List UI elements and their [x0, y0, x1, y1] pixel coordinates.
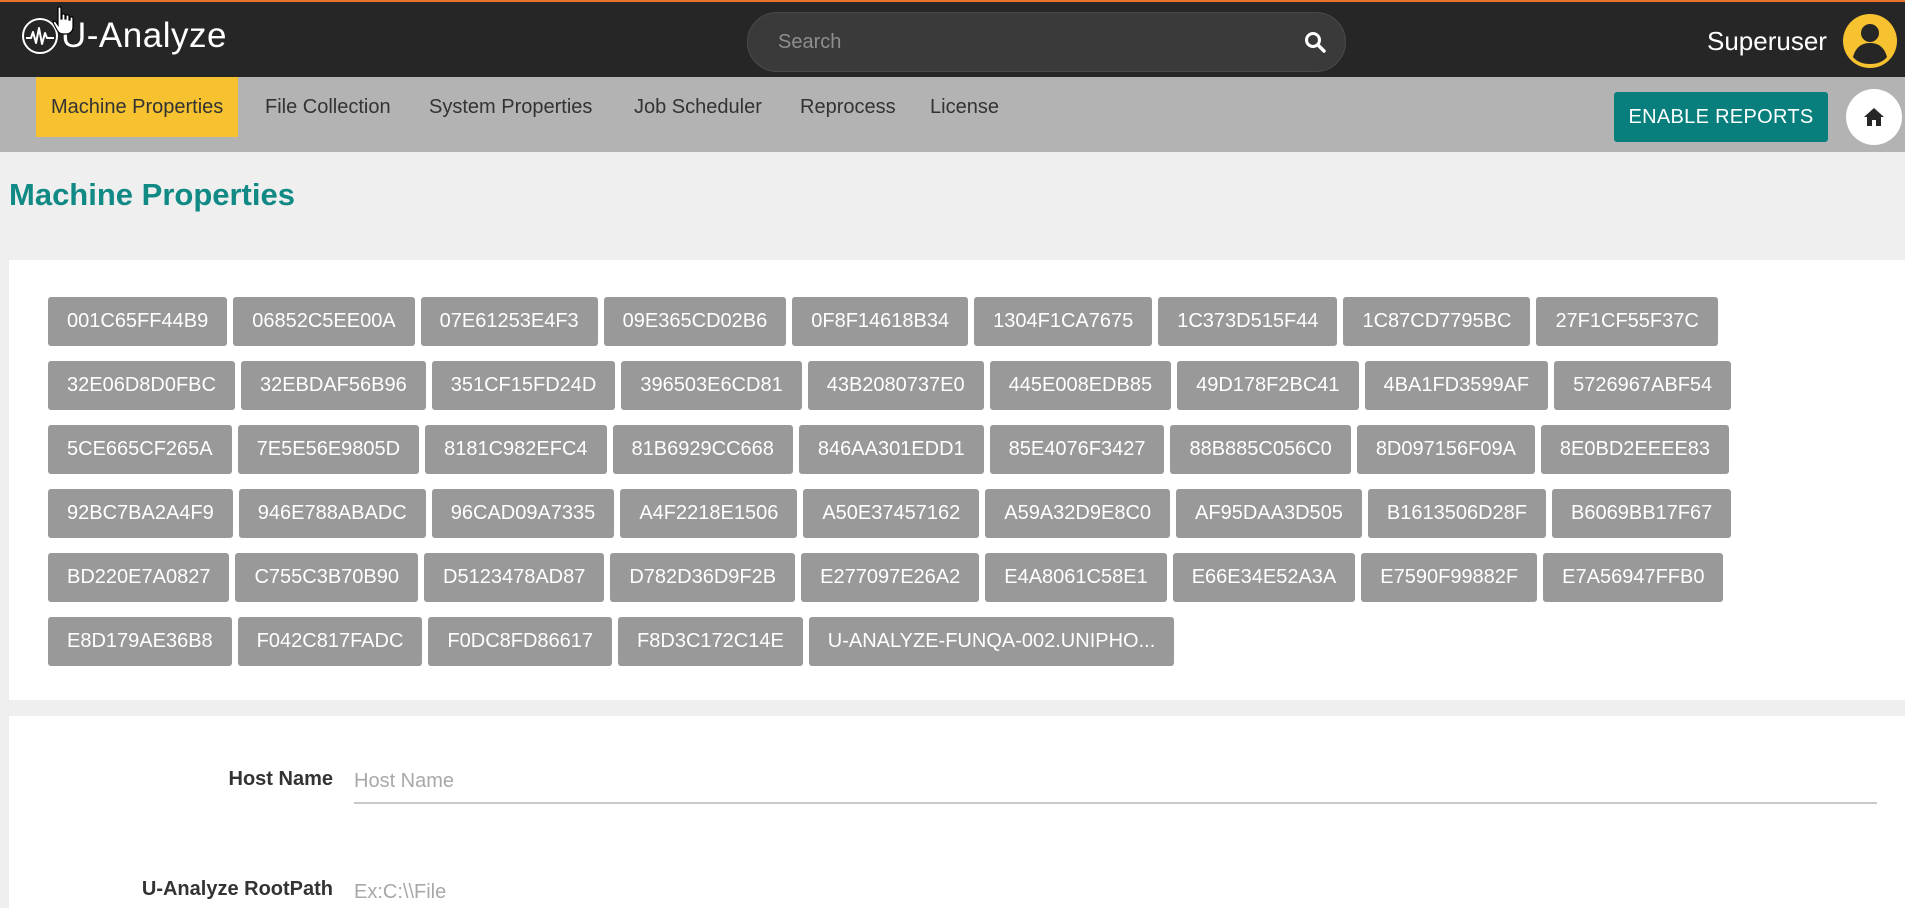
machine-chip[interactable]: F042C817FADC: [237, 617, 423, 666]
machine-chip[interactable]: 001C65FF44B9: [48, 297, 228, 346]
machine-chip-row: BD220E7A0827 C755C3B70B90 D5123478AD87 D782…: [48, 553, 1888, 602]
tab-system-properties[interactable]: System Properties: [414, 77, 607, 137]
machine-chip[interactable]: 0F8F14618B34: [792, 297, 969, 346]
machine-chip[interactable]: BD220E7A0827: [48, 553, 230, 602]
machine-chip[interactable]: 09E365CD02B6: [603, 297, 787, 346]
machine-chip-row: E8D179AE36B8 F042C817FADC F0DC8FD86617 F8D3…: [48, 617, 1888, 666]
machine-chip[interactable]: 1304F1CA7675: [974, 297, 1153, 346]
machine-chip[interactable]: E7590F99882F: [1361, 553, 1538, 602]
machine-chip[interactable]: A59A32D9E8C0: [985, 489, 1171, 538]
machine-chip[interactable]: C755C3B70B90: [235, 553, 419, 602]
home-icon: [1864, 108, 1884, 126]
machine-chip[interactable]: E66E34E52A3A: [1172, 553, 1356, 602]
host-name-input[interactable]: [354, 760, 1877, 804]
machine-chip[interactable]: 43B2080737E0: [807, 361, 984, 410]
hand-cursor-icon: [52, 6, 74, 35]
machine-chip[interactable]: 92BC7BA2A4F9: [48, 489, 233, 538]
machine-chip[interactable]: 946E788ABADC: [238, 489, 426, 538]
machine-chip-row: 5CE665CF265A 7E5E56E9805D 8181C982EFC4 81B6…: [48, 425, 1888, 474]
machine-chip[interactable]: 8181C982EFC4: [425, 425, 607, 474]
machine-chip[interactable]: 85E4076F3427: [989, 425, 1165, 474]
machine-chip[interactable]: E277097E26A2: [801, 553, 980, 602]
machine-chip[interactable]: B6069BB17F67: [1552, 489, 1732, 538]
user-avatar-icon[interactable]: [1842, 13, 1898, 69]
machine-chip[interactable]: 7E5E56E9805D: [237, 425, 420, 474]
machine-properties-form: Host Name U-Analyze RootPath: [9, 716, 1905, 908]
machine-list-panel: 001C65FF44B9 06852C5EE00A 07E61253E4F3 09E3…: [9, 260, 1905, 700]
machine-chip[interactable]: 1C373D515F44: [1158, 297, 1338, 346]
machine-chip-row: 32E06D8D0FBC 32EBDAF56B96 351CF15FD24D 3965…: [48, 361, 1888, 410]
tab-job-scheduler[interactable]: Job Scheduler: [619, 77, 777, 137]
enable-reports-button[interactable]: ENABLE REPORTS: [1614, 92, 1828, 142]
machine-chip-row: 92BC7BA2A4F9 946E788ABADC 96CAD09A7335 A4F2…: [48, 489, 1888, 538]
machine-chip-row: 001C65FF44B9 06852C5EE00A 07E61253E4F3 09E3…: [48, 297, 1888, 346]
machine-chip[interactable]: 49D178F2BC41: [1177, 361, 1359, 410]
machine-chip-grid: 001C65FF44B9 06852C5EE00A 07E61253E4F3 09E3…: [48, 297, 1888, 681]
machine-chip[interactable]: D782D36D9F2B: [610, 553, 796, 602]
machine-chip[interactable]: D5123478AD87: [424, 553, 605, 602]
machine-chip[interactable]: 5CE665CF265A: [48, 425, 232, 474]
machine-chip[interactable]: 8E0BD2EEEE83: [1540, 425, 1730, 474]
tab-machine-properties[interactable]: Machine Properties: [36, 77, 239, 137]
machine-chip[interactable]: AF95DAA3D505: [1176, 489, 1362, 538]
machine-chip[interactable]: E7A56947FFB0: [1543, 553, 1724, 602]
machine-chip[interactable]: E4A8061C58E1: [985, 553, 1167, 602]
machine-chip[interactable]: U-ANALYZE-FUNQA-002.UNIPHO...: [808, 617, 1175, 666]
machine-chip[interactable]: B1613506D28F: [1367, 489, 1547, 538]
machine-chip[interactable]: 06852C5EE00A: [233, 297, 415, 346]
machine-chip[interactable]: 445E008EDB85: [989, 361, 1172, 410]
machine-chip[interactable]: 396503E6CD81: [621, 361, 802, 410]
machine-chip[interactable]: 32E06D8D0FBC: [48, 361, 235, 410]
user-name[interactable]: Superuser: [1707, 25, 1827, 57]
tab-file-collection[interactable]: File Collection: [250, 77, 406, 137]
search-bar: [747, 12, 1346, 72]
home-button[interactable]: [1846, 89, 1902, 145]
nav-bar: Machine Properties File Collection Syste…: [0, 77, 1905, 152]
machine-chip[interactable]: 27F1CF55F37C: [1536, 297, 1718, 346]
root-path-label: U-Analyze RootPath: [141, 878, 333, 900]
machine-chip[interactable]: E8D179AE36B8: [48, 617, 232, 666]
machine-chip[interactable]: 88B885C056C0: [1170, 425, 1351, 474]
machine-chip[interactable]: 32EBDAF56B96: [240, 361, 426, 410]
top-bar: U-Analyze Superuser: [0, 0, 1905, 77]
machine-chip[interactable]: A50E37457162: [803, 489, 980, 538]
page-title: Machine Properties: [9, 177, 295, 212]
tab-license[interactable]: License: [915, 77, 1014, 137]
machine-chip[interactable]: 846AA301EDD1: [798, 425, 984, 474]
machine-chip[interactable]: 81B6929CC668: [612, 425, 793, 474]
tab-reprocess[interactable]: Reprocess: [785, 77, 911, 137]
machine-chip[interactable]: F8D3C172C14E: [618, 617, 803, 666]
machine-chip[interactable]: 4BA1FD3599AF: [1364, 361, 1549, 410]
app-name: U-Analyze: [61, 16, 227, 55]
root-path-input[interactable]: [354, 870, 1877, 908]
search-icon[interactable]: [1304, 31, 1326, 53]
machine-chip[interactable]: 1C87CD7795BC: [1343, 297, 1531, 346]
machine-chip[interactable]: A4F2218E1506: [620, 489, 798, 538]
machine-chip[interactable]: 96CAD09A7335: [431, 489, 615, 538]
machine-chip[interactable]: 07E61253E4F3: [420, 297, 598, 346]
host-name-label: Host Name: [228, 768, 333, 790]
search-input[interactable]: [778, 13, 1278, 71]
machine-chip[interactable]: F0DC8FD86617: [428, 617, 613, 666]
machine-chip[interactable]: 5726967ABF54: [1554, 361, 1732, 410]
machine-chip[interactable]: 351CF15FD24D: [431, 361, 616, 410]
machine-chip[interactable]: 8D097156F09A: [1356, 425, 1535, 474]
